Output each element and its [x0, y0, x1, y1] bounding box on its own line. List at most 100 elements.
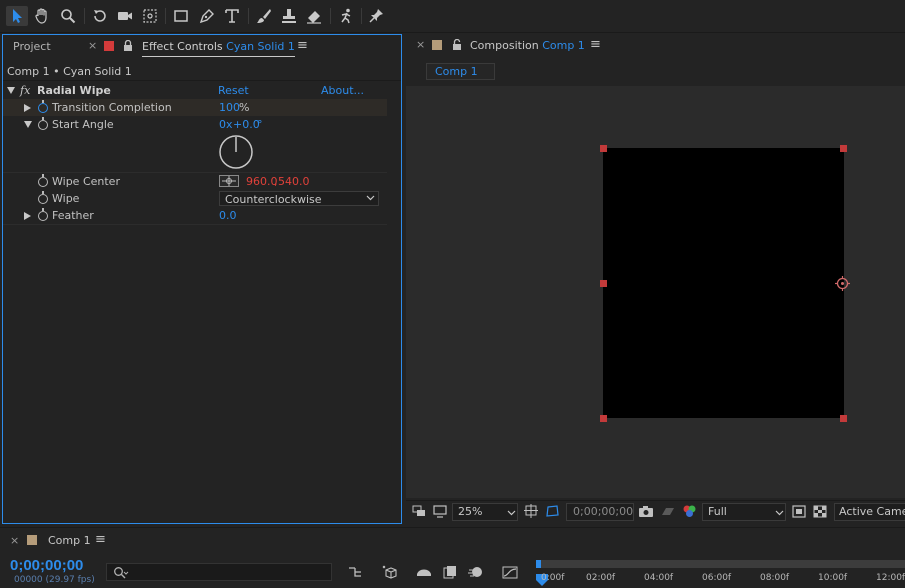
monitor-icon[interactable]: [433, 505, 447, 518]
clone-stamp-tool-icon[interactable]: [278, 6, 300, 26]
resolution-dropdown[interactable]: Full: [702, 503, 786, 521]
unit-label: %: [239, 101, 250, 114]
tab-project[interactable]: Project: [13, 40, 51, 53]
prop-row-wipe[interactable]: Wipe Counterclockwise: [3, 190, 387, 207]
tab-effect-controls[interactable]: Effect Controls Cyan Solid 1: [142, 40, 295, 57]
collapse-triangle-icon[interactable]: [7, 87, 15, 94]
rectangle-tool-icon[interactable]: [170, 6, 192, 26]
wipe-center-separator: ,: [274, 175, 278, 188]
prop-row-transition-completion[interactable]: Transition Completion 100 %: [3, 99, 387, 116]
zoom-tool-icon[interactable]: [57, 6, 79, 26]
wipe-center-y[interactable]: 540.0: [278, 173, 310, 190]
comp-mini-flowchart-icon[interactable]: [347, 564, 363, 580]
expand-triangle-icon[interactable]: [24, 104, 31, 112]
ruler-label: 06:00f: [702, 573, 732, 583]
layer-handle[interactable]: [600, 280, 607, 287]
always-preview-icon[interactable]: [412, 505, 426, 518]
stopwatch-icon[interactable]: [38, 100, 48, 113]
rotate-tool-icon[interactable]: [89, 6, 111, 26]
panel-menu-icon[interactable]: ≡: [95, 532, 106, 547]
type-tool-icon[interactable]: [221, 6, 243, 26]
effect-controls-tab-bar: Project × Effect Controls Cyan Solid 1 ≡: [3, 35, 401, 59]
snapshot-camera-icon[interactable]: [638, 505, 654, 518]
work-area-bar[interactable]: [536, 560, 905, 568]
timeline-panel: × Comp 1 ≡ 0;00;00;00 00000 (29.97 fps) …: [0, 527, 905, 588]
graph-editor-icon[interactable]: [501, 564, 519, 580]
label-color-swatch[interactable]: [104, 41, 114, 51]
panel-menu-icon[interactable]: ≡: [590, 37, 601, 52]
grid-guides-icon[interactable]: [524, 504, 540, 519]
start-angle-degrees[interactable]: +0.0: [233, 116, 260, 133]
search-icon: [114, 567, 129, 579]
layer-handle[interactable]: [840, 415, 847, 422]
collapse-triangle-icon[interactable]: [24, 121, 32, 128]
tab-composition-label: Composition: [470, 39, 539, 52]
effect-row-radial-wipe[interactable]: fx Radial Wipe Reset About...: [3, 82, 387, 99]
shy-layers-icon[interactable]: [415, 564, 433, 580]
layer-handle[interactable]: [600, 145, 607, 152]
stopwatch-icon[interactable]: [38, 174, 48, 187]
close-icon[interactable]: ×: [10, 534, 19, 547]
ruler-label: 0:00f: [541, 573, 565, 583]
motion-blur-icon[interactable]: [467, 564, 485, 580]
angle-dial[interactable]: [218, 134, 254, 170]
lock-icon[interactable]: [123, 39, 133, 54]
brush-tool-icon[interactable]: [253, 6, 275, 26]
eraser-tool-icon[interactable]: [303, 6, 325, 26]
wipe-dropdown[interactable]: Counterclockwise: [219, 191, 379, 206]
camera-tool-icon[interactable]: [114, 6, 136, 26]
crosshair-icon[interactable]: [219, 175, 239, 187]
selection-tool-icon[interactable]: [6, 6, 28, 26]
stopwatch-icon[interactable]: [38, 117, 48, 130]
panel-menu-icon[interactable]: ≡: [297, 38, 308, 53]
anchor-point-icon[interactable]: [834, 275, 851, 292]
timeline-search-input[interactable]: [106, 563, 332, 581]
composition-viewer[interactable]: [406, 86, 905, 498]
reset-link[interactable]: Reset: [218, 82, 249, 99]
timeline-current-time[interactable]: 0;00;00;00: [10, 557, 83, 574]
transition-completion-value[interactable]: 100: [219, 99, 240, 116]
roto-brush-tool-icon[interactable]: [335, 6, 357, 26]
draft-3d-icon[interactable]: [381, 564, 399, 580]
mask-visibility-icon[interactable]: [545, 504, 561, 519]
prop-row-wipe-center[interactable]: Wipe Center 960.0 , 540.0: [3, 173, 387, 190]
tab-composition[interactable]: Composition Comp 1: [470, 39, 585, 52]
prop-label: Transition Completion: [52, 101, 172, 114]
transparency-grid-icon[interactable]: [813, 505, 827, 518]
chevron-down-icon: [507, 510, 516, 516]
rgb-channel-icon[interactable]: [682, 504, 697, 519]
close-icon[interactable]: ×: [88, 39, 97, 52]
lock-icon[interactable]: [452, 38, 462, 53]
feather-value[interactable]: 0.0: [219, 207, 237, 224]
ruler-label: 02:00f: [586, 573, 616, 583]
hand-tool-icon[interactable]: [31, 6, 53, 26]
work-area-start-handle[interactable]: [536, 560, 541, 568]
close-icon[interactable]: ×: [416, 38, 425, 51]
tab-timeline-comp[interactable]: Comp 1: [48, 534, 91, 547]
current-time-field[interactable]: 0;00;00;00: [566, 503, 634, 521]
layer-handle[interactable]: [840, 145, 847, 152]
region-of-interest-icon[interactable]: [792, 505, 806, 518]
flow-comp-tab[interactable]: Comp 1: [426, 63, 495, 80]
comp-color-swatch[interactable]: [27, 535, 37, 545]
prop-label: Start Angle: [52, 118, 114, 131]
expand-triangle-icon[interactable]: [24, 212, 31, 220]
wipe-center-x[interactable]: 960.0: [246, 173, 278, 190]
start-angle-revolutions[interactable]: 0x: [219, 116, 233, 133]
frame-blending-icon[interactable]: [442, 564, 458, 580]
about-link[interactable]: About...: [321, 82, 364, 99]
comp-color-swatch[interactable]: [432, 40, 442, 50]
pen-tool-icon[interactable]: [196, 6, 218, 26]
stopwatch-icon[interactable]: [38, 191, 48, 204]
show-snapshot-icon[interactable]: [660, 505, 676, 518]
pan-behind-tool-icon[interactable]: [139, 6, 161, 26]
prop-row-feather[interactable]: Feather 0.0: [3, 207, 387, 224]
composition-canvas[interactable]: [603, 148, 844, 418]
magnification-dropdown[interactable]: 25%: [452, 503, 518, 521]
prop-row-start-angle[interactable]: Start Angle 0x +0.0 °: [3, 116, 387, 133]
stopwatch-icon[interactable]: [38, 208, 48, 221]
puppet-pin-tool-icon[interactable]: [365, 6, 387, 26]
layer-handle[interactable]: [600, 415, 607, 422]
camera-view-dropdown[interactable]: Active Camer: [834, 503, 905, 521]
fx-icon[interactable]: fx: [20, 82, 30, 99]
